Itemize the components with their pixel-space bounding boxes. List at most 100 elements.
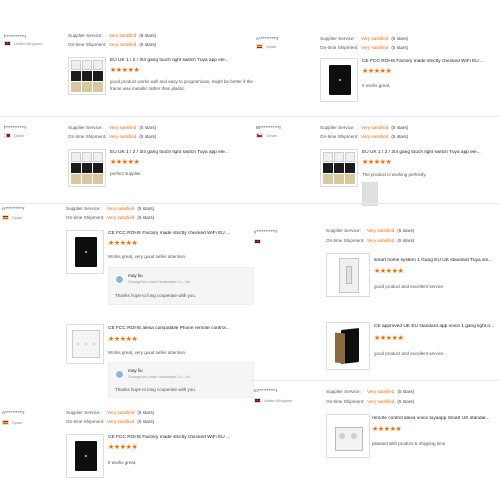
supplier-service-row: Supplier Service: Very satisfied (5 stars) bbox=[66, 206, 155, 211]
product-thumbnail[interactable] bbox=[66, 324, 104, 364]
rating-stars: ★★★★★ bbox=[372, 426, 402, 433]
review-text: Works great, very good seller attention. bbox=[108, 254, 187, 259]
product-thumbnail[interactable] bbox=[66, 434, 104, 478]
rating-stars: ★★★★★ bbox=[108, 336, 138, 343]
review-card: m**********r United Kingdom Supplier Ser… bbox=[250, 384, 500, 458]
rating-stars: ★★★★★ bbox=[108, 240, 138, 247]
buyer-country: Spain bbox=[256, 44, 276, 50]
product-title-link[interactable]: CE approved UK EU standard app voice 1 g… bbox=[374, 324, 498, 329]
qatar-flag-icon bbox=[4, 133, 11, 139]
product-thumbnail[interactable] bbox=[320, 149, 358, 187]
rating-stars: ★★★★★ bbox=[362, 159, 392, 166]
review-card: A**********r Spain Supplier Service: Very… bbox=[0, 404, 250, 494]
rating-stars: ★★★★★ bbox=[110, 159, 140, 166]
buyer-name: l***********r bbox=[4, 34, 27, 39]
review-text: The product is working perfectly. bbox=[362, 172, 427, 177]
shipment-row: On-time Shipment: Very satisfied (5 stars) bbox=[326, 238, 415, 243]
review-text: perfect supplier bbox=[110, 171, 141, 176]
review-text: good product works well and easy to prog… bbox=[110, 79, 253, 91]
buyer-country: Spain bbox=[2, 215, 22, 221]
supplier-service-row: Supplier Service: Very satisfied (5 stars) bbox=[326, 389, 415, 394]
supplier-service-row: Supplier Service: Very satisfied (5 stars) bbox=[68, 125, 157, 130]
product-title-link[interactable]: CE FCC ROHS Factory made strictly checke… bbox=[362, 59, 498, 64]
rating-stars: ★★★★★ bbox=[108, 444, 138, 451]
buyer-country: United Kingdom bbox=[254, 398, 292, 404]
product-title-link[interactable]: CE FCC ROHS alexa compatible Phone remot… bbox=[108, 326, 248, 331]
reply-text: Thanks hope to long cooperate with you. bbox=[115, 387, 197, 392]
uk-flag-icon bbox=[254, 398, 261, 404]
seller-reply: may liu Guangzhou Lewei Houseware Co., L… bbox=[108, 362, 254, 398]
product-title-link[interactable]: EU UK 1 / 2 / 3/4 gang touch light switc… bbox=[110, 58, 248, 63]
supplier-service-row: Supplier Service: Very satisfied (5 stars) bbox=[66, 410, 155, 415]
product-title-link[interactable]: EU UK 1 / 2 / 3/4 gang touch light switc… bbox=[110, 150, 248, 155]
avatar bbox=[115, 370, 124, 379]
buyer-country: Oman bbox=[256, 133, 277, 139]
shipment-row: On-time Shipment: Very satisfied (5 stars) bbox=[66, 215, 155, 220]
review-card: A**********r Spain Supplier Service: Very… bbox=[0, 203, 256, 320]
supplier-service-row: Supplier Service: Very satisfied (5 stars) bbox=[320, 125, 409, 130]
product-thumbnail[interactable] bbox=[68, 149, 106, 187]
review-text: Works great, very good seller attention. bbox=[108, 350, 187, 355]
buyer-name: M***********r bbox=[256, 125, 282, 130]
buyer-name: A**********r bbox=[2, 410, 25, 415]
shipment-row: On-time Shipment: Very satisfied (5 stars) bbox=[68, 42, 157, 47]
spain-flag-icon bbox=[2, 420, 9, 426]
buyer-name: y***********r bbox=[254, 229, 278, 234]
buyer-country bbox=[254, 239, 264, 245]
reply-company: Guangzhou Lewei Houseware Co., Ltd. bbox=[128, 280, 191, 284]
shipment-row: On-time Shipment: Very satisfied (5 stars) bbox=[320, 134, 409, 139]
product-thumbnail[interactable] bbox=[66, 230, 104, 274]
buyer-name: f***********r bbox=[4, 125, 27, 130]
product-thumbnail[interactable] bbox=[326, 414, 370, 458]
buyer-name: A**********r bbox=[2, 206, 25, 211]
product-thumbnail[interactable] bbox=[68, 57, 106, 95]
review-card: CE FCC ROHS alexa compatible Phone remot… bbox=[0, 320, 256, 400]
review-text: It works great, bbox=[108, 460, 137, 465]
reply-text: Thanks hope to long cooperate with you. bbox=[115, 293, 197, 298]
reply-author: may liu bbox=[128, 368, 143, 373]
review-card: CE approved UK EU standard app voice 1 g… bbox=[250, 318, 500, 378]
shipment-row: On-time Shipment: Very satisfied (5 stars) bbox=[66, 419, 155, 424]
divider bbox=[250, 380, 500, 381]
shipment-row: On-time Shipment: Very satisfied (5 stars) bbox=[326, 399, 415, 404]
review-text: pleased with product & shipping time bbox=[372, 441, 446, 446]
review-card: M***********r Oman Supplier Service: Very… bbox=[250, 122, 500, 206]
seller-reply: may liu Guangzhou Lewei Houseware Co., L… bbox=[108, 267, 254, 305]
product-thumbnail[interactable] bbox=[326, 253, 370, 297]
review-card: A**********r Spain Supplier Service: Very… bbox=[250, 30, 500, 115]
product-title-link[interactable]: remote control alexa voice tuyaapp Smart… bbox=[372, 416, 498, 421]
buyer-country: United Kingdom bbox=[4, 41, 42, 47]
rating-stars: ★★★★★ bbox=[374, 268, 404, 275]
uk-flag-icon bbox=[254, 239, 261, 245]
rating-stars: ★★★★★ bbox=[362, 68, 392, 75]
spain-flag-icon bbox=[2, 215, 9, 221]
divider bbox=[0, 116, 500, 117]
review-card: y***********r Supplier Service: Very sati… bbox=[250, 225, 500, 315]
product-thumbnail[interactable] bbox=[326, 322, 370, 370]
review-text: It works great, bbox=[362, 83, 391, 88]
buyer-country: Spain bbox=[2, 420, 22, 426]
review-card: l***********r United Kingdom Supplier Se… bbox=[0, 30, 253, 115]
supplier-service-row: Supplier Service: Very satisfied (5 stars) bbox=[68, 33, 157, 38]
uk-flag-icon bbox=[4, 41, 11, 47]
supplier-service-row: Supplier Service: Very satisfied (5 stars) bbox=[320, 36, 409, 41]
supplier-service-row: Supplier Service: Very satisfied (5 stars) bbox=[326, 228, 415, 233]
product-title-link[interactable]: smart home system 1 Gang EU UK standard … bbox=[374, 258, 498, 263]
review-text: good product and excellent service bbox=[374, 351, 444, 356]
buyer-name: A**********r bbox=[256, 36, 279, 41]
review-card: f***********r Qatar Supplier Service: Ver… bbox=[0, 122, 250, 202]
shipment-row: On-time Shipment: Very satisfied (5 stars) bbox=[320, 45, 409, 50]
product-title-link[interactable]: CE FCC ROHS Factory made strictly checke… bbox=[108, 435, 248, 440]
reply-company: Guangzhou Lewei Houseware Co., Ltd. bbox=[128, 375, 191, 379]
reply-author: may liu bbox=[128, 273, 143, 278]
rating-stars: ★★★★★ bbox=[374, 335, 404, 342]
product-thumbnail[interactable] bbox=[320, 58, 358, 102]
rating-stars: ★★★★★ bbox=[110, 67, 140, 74]
product-title-link[interactable]: EU UK 1 / 2 / 3/4 gang touch light switc… bbox=[362, 150, 500, 155]
oman-flag-icon bbox=[256, 133, 263, 139]
product-title-link[interactable]: CE FCC ROHS Factory made strictly checke… bbox=[108, 231, 248, 236]
shipment-row: On-time Shipment: Very satisfied (5 stars) bbox=[68, 134, 157, 139]
buyer-name: m**********r bbox=[254, 388, 278, 393]
buyer-country: Qatar bbox=[4, 133, 24, 139]
spain-flag-icon bbox=[256, 44, 263, 50]
